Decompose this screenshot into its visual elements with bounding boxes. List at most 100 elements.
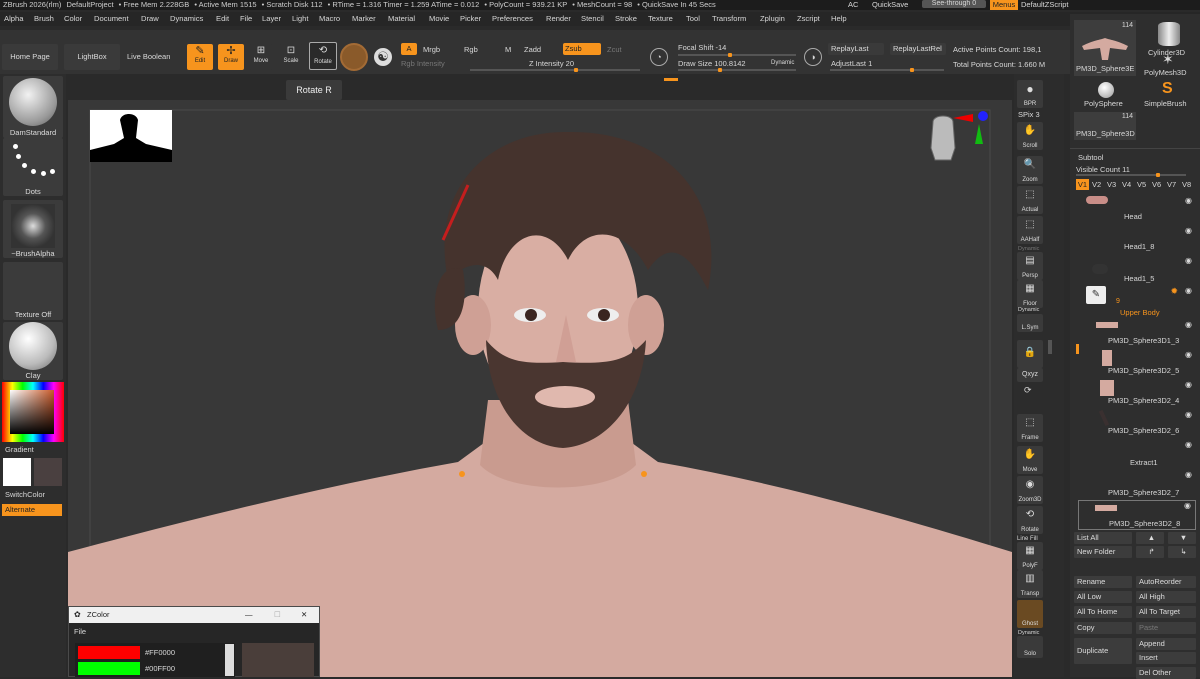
menu-light[interactable]: Light bbox=[292, 12, 308, 26]
tab-v4[interactable]: V4 bbox=[1122, 179, 1131, 190]
menu-zscript[interactable]: Zscript bbox=[797, 12, 820, 26]
alternate-button[interactable]: Alternate bbox=[2, 504, 62, 516]
tool-simplebrush[interactable]: S SimpleBrush bbox=[1142, 80, 1194, 110]
eye-icon[interactable]: ◉ bbox=[1185, 226, 1192, 235]
lock-button[interactable]: 🔒 bbox=[1017, 340, 1043, 368]
subtool-extract1[interactable]: ◉ Extract1 bbox=[1078, 440, 1196, 470]
move-view-button[interactable]: ✋ Move bbox=[1017, 446, 1043, 474]
menu-layer[interactable]: Layer bbox=[262, 12, 281, 26]
eye-icon[interactable]: ◉ bbox=[1185, 440, 1192, 449]
visible-count-track[interactable] bbox=[1076, 173, 1186, 177]
eye-icon[interactable]: ◉ bbox=[1185, 256, 1192, 265]
scale-button[interactable]: ⊡ Scale bbox=[279, 44, 303, 70]
move-down-icon[interactable]: ▼ bbox=[1168, 532, 1196, 544]
lightbox-button[interactable]: LightBox bbox=[64, 44, 120, 70]
material-selector[interactable]: Clay bbox=[3, 322, 63, 380]
actual-button[interactable]: ⬚ Actual bbox=[1017, 186, 1043, 214]
menu-edit[interactable]: Edit bbox=[216, 12, 229, 26]
menu-macro[interactable]: Macro bbox=[319, 12, 340, 26]
model-render[interactable] bbox=[68, 100, 1012, 677]
color-toggle-icon[interactable]: ☯ bbox=[374, 48, 392, 66]
eye-icon[interactable]: ◉ bbox=[1185, 286, 1192, 295]
move-button[interactable]: ⊞ Move bbox=[249, 44, 273, 70]
menu-texture[interactable]: Texture bbox=[648, 12, 673, 26]
subtool-pm3d-2-5[interactable]: ◉ PM3D_Sphere3D2_5 bbox=[1078, 350, 1196, 380]
focal-shift-track[interactable] bbox=[678, 53, 796, 57]
eye-icon[interactable]: ◉ bbox=[1185, 320, 1192, 329]
menu-draw[interactable]: Draw bbox=[141, 12, 159, 26]
menu-color[interactable]: Color bbox=[64, 12, 82, 26]
eye-icon[interactable]: ◉ bbox=[1185, 470, 1192, 479]
eye-icon[interactable]: ◉ bbox=[1185, 380, 1192, 389]
lsym-button[interactable]: L.Sym bbox=[1017, 314, 1043, 332]
visible-count-slider[interactable]: Visible Count 11 bbox=[1076, 165, 1130, 174]
move-up-icon[interactable]: ▲ bbox=[1136, 532, 1164, 544]
menu-material[interactable]: Material bbox=[388, 12, 415, 26]
eye-icon[interactable]: ◉ bbox=[1184, 501, 1191, 510]
minimize-icon[interactable]: — bbox=[245, 607, 253, 623]
frame-button[interactable]: ⬚ Frame bbox=[1017, 414, 1043, 442]
menu-alpha[interactable]: Alpha bbox=[4, 12, 23, 26]
quicksave-button[interactable]: QuickSave bbox=[872, 0, 908, 10]
all-high-button[interactable]: All High bbox=[1136, 591, 1196, 603]
color-list-scrollbar[interactable] bbox=[225, 644, 234, 676]
edit-button[interactable]: ✎ Edit bbox=[187, 44, 213, 70]
menu-transform[interactable]: Transform bbox=[712, 12, 746, 26]
tab-v7[interactable]: V7 bbox=[1167, 179, 1176, 190]
draw-button[interactable]: ✢ Draw bbox=[218, 44, 244, 70]
rotate-axis-icon[interactable]: ⟳ bbox=[1024, 385, 1032, 396]
navigator-thumbnail[interactable] bbox=[90, 110, 172, 162]
subtool-head[interactable]: ◉ Head bbox=[1078, 196, 1196, 226]
mrgb-button[interactable]: Mrgb bbox=[423, 45, 440, 54]
close-icon[interactable]: ✕ bbox=[301, 607, 307, 623]
subtool-folder-upper-body[interactable]: ✎ ✹ ◉ 9 Upper Body bbox=[1078, 286, 1196, 318]
z-intensity-track[interactable] bbox=[470, 68, 640, 72]
menu-picker[interactable]: Picker bbox=[460, 12, 481, 26]
menu-preferences[interactable]: Preferences bbox=[492, 12, 533, 26]
subtool-pm3d-1-3[interactable]: ◉ PM3D_Sphere3D1_3 bbox=[1078, 320, 1196, 350]
aahalf-button[interactable]: ⬚ AAHalf bbox=[1017, 216, 1043, 244]
folder-settings-icon[interactable]: ✹ bbox=[1170, 286, 1178, 297]
adjust-last-slider[interactable]: AdjustLast 1 bbox=[831, 59, 872, 68]
all-to-target-button[interactable]: All To Target bbox=[1136, 606, 1196, 618]
tab-v8[interactable]: V8 bbox=[1182, 179, 1191, 190]
paste-button[interactable]: Paste bbox=[1136, 622, 1196, 634]
move-into-icon[interactable]: ↱ bbox=[1136, 546, 1164, 558]
tab-v3[interactable]: V3 bbox=[1107, 179, 1116, 190]
duplicate-button[interactable]: Duplicate bbox=[1074, 638, 1132, 664]
zadd-button[interactable]: Zadd bbox=[524, 45, 541, 54]
persp-button[interactable]: ▤ Persp bbox=[1017, 252, 1043, 280]
menu-movie[interactable]: Movie bbox=[429, 12, 449, 26]
rename-button[interactable]: Rename bbox=[1074, 576, 1132, 588]
tab-v6[interactable]: V6 bbox=[1152, 179, 1161, 190]
zcolor-file-menu[interactable]: File bbox=[74, 627, 86, 636]
menu-dynamics[interactable]: Dynamics bbox=[170, 12, 203, 26]
tool-polysphere[interactable]: PolySphere bbox=[1080, 82, 1134, 110]
color-swatch-red[interactable] bbox=[78, 646, 140, 659]
all-low-button[interactable]: All Low bbox=[1074, 591, 1132, 603]
focal-shift-slider[interactable]: Focal Shift -14 bbox=[678, 43, 726, 52]
copy-button[interactable]: Copy bbox=[1074, 622, 1132, 634]
subtool-pm3d-2-7[interactable]: ◉ PM3D_Sphere3D2_7 bbox=[1078, 470, 1196, 500]
color-square[interactable] bbox=[10, 390, 54, 434]
ac-button[interactable]: AC bbox=[848, 0, 858, 10]
shelf-handle[interactable] bbox=[664, 78, 678, 81]
home-page-button[interactable]: Home Page bbox=[2, 44, 58, 70]
menu-stencil[interactable]: Stencil bbox=[581, 12, 604, 26]
scroll-button[interactable]: ✋ Scroll bbox=[1017, 122, 1043, 150]
solo-button[interactable]: Solo bbox=[1017, 636, 1043, 658]
spix-slider[interactable]: SPix 3 bbox=[1018, 110, 1040, 119]
menus-button[interactable]: Menus bbox=[990, 0, 1018, 10]
tab-v1[interactable]: V1 bbox=[1076, 179, 1089, 190]
all-to-home-button[interactable]: All To Home bbox=[1074, 606, 1132, 618]
rgb-button[interactable]: Rgb bbox=[464, 45, 478, 54]
tool-polymesh3d[interactable]: ✶ PolyMesh3D bbox=[1142, 52, 1194, 80]
autoreorder-button[interactable]: AutoReorder bbox=[1136, 576, 1196, 588]
rotate-view-button[interactable]: ⟲ Rotate bbox=[1017, 506, 1043, 534]
dynamic-toggle[interactable]: Dynamic bbox=[771, 60, 794, 66]
secondary-color-swatch[interactable] bbox=[34, 458, 62, 486]
tab-v2[interactable]: V2 bbox=[1092, 179, 1101, 190]
zcut-button[interactable]: Zcut bbox=[607, 45, 622, 54]
see-through-slider[interactable]: See-through 0 bbox=[922, 0, 986, 8]
main-color-swatch[interactable] bbox=[3, 458, 31, 486]
